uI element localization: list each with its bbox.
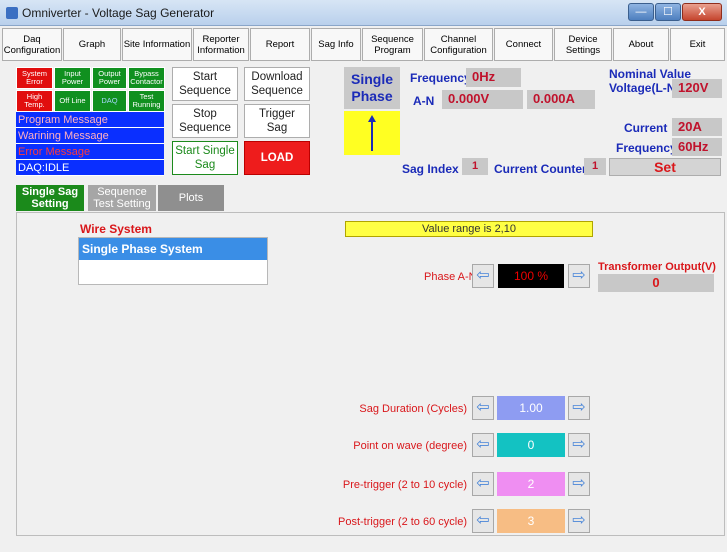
sag-duration-decrease-button[interactable]: ⇦ [472, 396, 494, 420]
transformer-output-value: 0 [598, 274, 714, 292]
sag-index-value: 1 [462, 158, 488, 175]
led-high-temp: High Temp. [16, 90, 53, 112]
sag-index-label: Sag Index [402, 162, 459, 176]
program-message: Program Message [16, 112, 164, 128]
sag-duration-value[interactable]: 1.00 [497, 396, 565, 420]
nominal-frequency-label: Frequency [616, 141, 677, 155]
start-single-sag-button[interactable]: Start Single Sag [172, 141, 238, 175]
nominal-current-value: 20A [672, 118, 722, 136]
sag-duration-label: Sag Duration (Cycles) [359, 403, 467, 415]
phase-arrow-display [344, 111, 400, 155]
load-button[interactable]: LOAD [244, 141, 310, 175]
nominal-current-label: Current [624, 121, 668, 135]
close-button[interactable]: X [682, 3, 722, 21]
an-label: A-N [413, 94, 435, 108]
led-bypass-contactor: Bypass Contactor [128, 67, 165, 89]
minimize-button[interactable]: — [628, 3, 654, 21]
tab-plots[interactable]: Plots [158, 185, 224, 211]
tab-sequence-test-setting[interactable]: Sequence Test Setting [88, 185, 156, 211]
trigger-sag-button[interactable]: Trigger Sag [244, 104, 310, 138]
led-off-line: Off Line [54, 90, 91, 112]
frequency-label: Frequency [410, 71, 471, 85]
phase-an-value[interactable]: 100 % [498, 264, 564, 288]
transformer-output-label: Transformer Output(V) [598, 261, 716, 273]
list-item-single-phase-system[interactable]: Single Phase System [79, 238, 267, 260]
phase-indicator: Single Phase [344, 67, 400, 109]
left-arrow-icon: ⇦ [476, 399, 490, 416]
post-trigger-increase-button[interactable]: ⇨ [568, 509, 590, 533]
right-arrow-icon: ⇨ [572, 267, 586, 284]
app-icon [6, 7, 18, 19]
current-reading: 0.000A [527, 90, 595, 109]
daq-status: DAQ:IDLE [16, 160, 164, 176]
left-arrow-icon: ⇦ [476, 267, 490, 284]
point-on-wave-value[interactable]: 0 [497, 433, 565, 457]
right-arrow-icon: ⇨ [572, 399, 586, 416]
menu-site-information[interactable]: Site Information [122, 28, 192, 61]
pre-trigger-value[interactable]: 2 [497, 472, 565, 496]
current-counter-value: 1 [584, 158, 606, 175]
menu-daq-configuration[interactable]: Daq Configuration [2, 28, 62, 61]
menu-reporter-information[interactable]: Reporter Information [193, 28, 249, 61]
sag-duration-increase-button[interactable]: ⇨ [568, 396, 590, 420]
menu-connect[interactable]: Connect [494, 28, 553, 61]
menu-report[interactable]: Report [250, 28, 310, 61]
error-message: Error Message [16, 144, 164, 160]
pre-trigger-label: Pre-trigger (2 to 10 cycle) [342, 479, 467, 491]
post-trigger-label: Post-trigger (2 to 60 cycle) [338, 516, 467, 528]
led-test-running: Test Running [128, 90, 165, 112]
menu-channel-configuration[interactable]: Channel Configuration [424, 28, 493, 61]
post-trigger-value[interactable]: 3 [497, 509, 565, 533]
range-note: Value range is 2,10 [345, 221, 593, 237]
led-system-error: System Error [16, 67, 53, 89]
led-input-power: Input Power [54, 67, 91, 89]
start-sequence-button[interactable]: Start Sequence [172, 67, 238, 101]
pre-trigger-increase-button[interactable]: ⇨ [568, 472, 590, 496]
point-on-wave-label: Point on wave (degree) [353, 440, 467, 452]
led-daq: DAQ [92, 90, 127, 112]
maximize-button[interactable]: ☐ [655, 3, 681, 21]
phase-an-label: Phase A-N [424, 271, 477, 283]
stop-sequence-button[interactable]: Stop Sequence [172, 104, 238, 138]
left-arrow-icon: ⇦ [476, 512, 490, 529]
nominal-voltage-value: 120V [672, 79, 722, 98]
voltage-reading: 0.000V [442, 90, 523, 109]
menu-about[interactable]: About [613, 28, 669, 61]
right-arrow-icon: ⇨ [572, 475, 586, 492]
phase-an-increase-button[interactable]: ⇨ [568, 264, 590, 288]
download-sequence-button[interactable]: Download Sequence [244, 67, 310, 101]
nominal-frequency-value: 60Hz [672, 138, 722, 156]
window-title: Omniverter - Voltage Sag Generator [22, 6, 215, 20]
phase-an-decrease-button[interactable]: ⇦ [472, 264, 494, 288]
frequency-value: 0Hz [466, 68, 521, 87]
set-button[interactable]: Set [609, 158, 721, 176]
point-on-wave-decrease-button[interactable]: ⇦ [472, 433, 494, 457]
menu-sequence-program[interactable]: Sequence Program [362, 28, 423, 61]
left-arrow-icon: ⇦ [476, 475, 490, 492]
right-arrow-icon: ⇨ [572, 436, 586, 453]
menu-exit[interactable]: Exit [670, 28, 725, 61]
menu-device-settings[interactable]: Device Settings [554, 28, 612, 61]
warning-message: Warining Message [16, 128, 164, 144]
menu-graph[interactable]: Graph [63, 28, 121, 61]
point-on-wave-increase-button[interactable]: ⇨ [568, 433, 590, 457]
tab-single-sag-setting[interactable]: Single Sag Setting [16, 185, 84, 211]
title-bar: Omniverter - Voltage Sag Generator — ☐ X [0, 0, 727, 26]
post-trigger-decrease-button[interactable]: ⇦ [472, 509, 494, 533]
current-counter-label: Current Counter [494, 162, 587, 176]
wire-system-title: Wire System [80, 222, 152, 236]
right-arrow-icon: ⇨ [572, 512, 586, 529]
top-menu: Daq Configuration Graph Site Information… [2, 28, 725, 62]
led-output-power: Output Power [92, 67, 127, 89]
up-arrow-icon [368, 115, 376, 151]
left-arrow-icon: ⇦ [476, 436, 490, 453]
wire-system-list[interactable]: Single Phase System [78, 237, 268, 285]
menu-sag-info[interactable]: Sag Info [311, 28, 361, 61]
pre-trigger-decrease-button[interactable]: ⇦ [472, 472, 494, 496]
